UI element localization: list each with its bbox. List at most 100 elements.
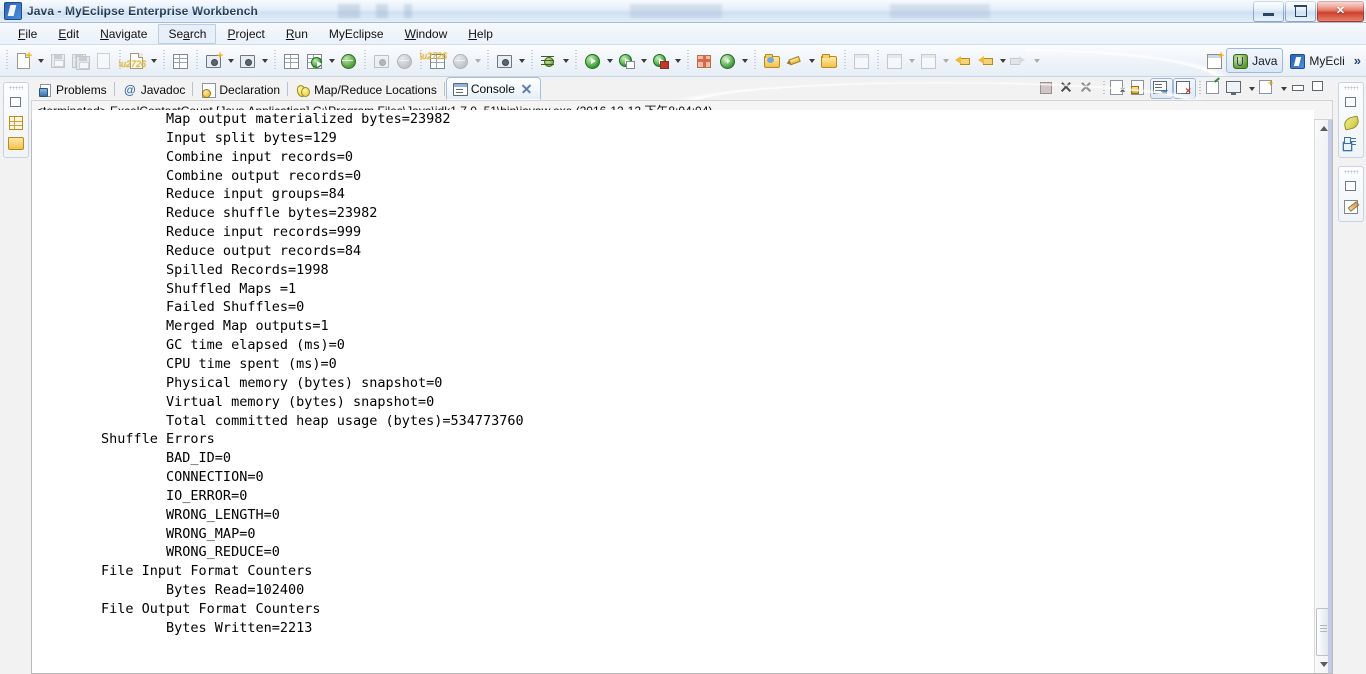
scroll-lock-icon[interactable] [1129, 79, 1150, 98]
server-run-icon[interactable] [303, 49, 326, 72]
minimize-button[interactable] [1253, 0, 1284, 22]
toolbar-separator [6, 50, 8, 71]
search-icon [449, 49, 472, 72]
right-fast-view-group-2 [1337, 166, 1364, 222]
remove-launch-icon[interactable] [1058, 79, 1079, 98]
open-resource-icon[interactable] [760, 49, 783, 72]
debug-icon[interactable] [537, 49, 560, 72]
show-console-error-icon[interactable] [1173, 78, 1196, 99]
new-annotation-icon[interactable] [716, 49, 739, 72]
toolbar-separator [575, 50, 577, 71]
edit-marker-icon[interactable] [783, 49, 806, 72]
server-run-dropdown-arrow[interactable] [326, 49, 337, 72]
deploy-run-dropdown-arrow[interactable] [259, 49, 270, 72]
web-project-icon[interactable]: \u2726 [118, 49, 148, 72]
menu-run[interactable]: Run [276, 24, 318, 44]
prev-annotation-icon [883, 49, 906, 72]
deploy-add-icon[interactable]: + [202, 49, 225, 72]
open-console-dropdown-arrow[interactable] [1278, 79, 1289, 98]
new-wizard-dropdown-arrow[interactable] [35, 49, 46, 72]
new-annotation-dropdown-arrow[interactable] [739, 49, 750, 72]
menu-file[interactable]: File [8, 24, 47, 44]
restore-icon[interactable] [1342, 94, 1360, 112]
back-dropdown-arrow[interactable] [997, 49, 1008, 72]
fast-view-grip[interactable] [1343, 170, 1358, 174]
deploy-run-icon[interactable] [236, 49, 259, 72]
menu-project[interactable]: Project [217, 24, 274, 44]
run-external-dropdown-arrow[interactable] [672, 49, 683, 72]
run-dropdown-arrow[interactable] [604, 49, 615, 72]
menu-navigate[interactable]: Navigate [90, 24, 157, 44]
run-icon[interactable] [581, 49, 604, 72]
print-icon [92, 49, 115, 72]
servlet-2-icon[interactable] [169, 49, 192, 72]
snapshot-dropdown-arrow[interactable] [516, 49, 527, 72]
show-console-output-icon[interactable] [1150, 78, 1173, 99]
open-folder-icon[interactable] [817, 49, 840, 72]
web-project-dropdown-arrow[interactable] [148, 49, 159, 72]
close-icon[interactable] [521, 83, 532, 94]
package-explorer-icon[interactable] [7, 114, 25, 132]
clear-console-icon[interactable] [1108, 79, 1129, 98]
new-package-icon[interactable] [693, 49, 716, 72]
open-console-icon[interactable] [1257, 79, 1278, 98]
restore-icon[interactable] [7, 94, 25, 112]
snapshot-icon[interactable] [493, 49, 516, 72]
display-selected-console-icon[interactable] [1225, 79, 1246, 98]
edit-marker-icon[interactable] [1342, 198, 1360, 216]
left-fast-view-group [2, 82, 29, 158]
myeclipse-icon [4, 2, 22, 20]
leaf-icon[interactable] [1342, 114, 1360, 132]
menu-myeclipse[interactable]: MyEclipse [319, 24, 394, 44]
remove-all-launches-icon[interactable] [1079, 79, 1100, 98]
tab-map-reduce-locations[interactable]: Map/Reduce Locations [289, 78, 446, 100]
run-history-icon[interactable] [615, 49, 638, 72]
tab-declaration[interactable]: Declaration [194, 78, 289, 100]
toolbar-separator [274, 50, 276, 71]
minimize-view-icon[interactable] [1289, 79, 1310, 98]
deploy-add-dropdown-arrow[interactable] [225, 49, 236, 72]
declaration-icon [201, 82, 217, 98]
perspective-myeclipse[interactable]: MyEcli [1283, 48, 1350, 73]
right-fast-view-group-1 [1337, 82, 1364, 158]
perspective-java[interactable]: Java [1226, 48, 1284, 73]
close-button[interactable]: ✕ [1317, 0, 1364, 22]
debug-dropdown-arrow[interactable] [560, 49, 571, 72]
edit-marker-dropdown-arrow[interactable] [806, 49, 817, 72]
maximize-view-icon[interactable] [1310, 78, 1331, 98]
display-selected-console-dropdown-arrow[interactable] [1246, 79, 1257, 98]
perspective-overflow-chevron[interactable]: » [1351, 53, 1364, 68]
restore-icon[interactable] [1342, 178, 1360, 196]
project-folder-icon[interactable] [7, 134, 25, 152]
open-perspective-icon[interactable]: + [1203, 49, 1226, 72]
window-controls: ✕ [1252, 0, 1366, 22]
run-external-icon[interactable] [649, 49, 672, 72]
menu-help[interactable]: Help [458, 24, 503, 44]
console-icon [452, 82, 468, 96]
db-explorer-icon[interactable] [280, 49, 303, 72]
window-title: Java - MyEclipse Enterprise Workbench [27, 4, 258, 18]
fast-view-grip[interactable] [1343, 86, 1358, 90]
terminate-icon[interactable] [1037, 79, 1058, 98]
java-perspective-icon [1232, 53, 1249, 69]
pin-console-icon[interactable] [1204, 79, 1225, 98]
fast-view-grip[interactable] [8, 86, 23, 90]
tab-console[interactable]: Console [445, 77, 541, 100]
tab-console-label: Console [470, 81, 515, 96]
maximize-button[interactable] [1285, 0, 1316, 22]
console-vertical-scrollbar[interactable] [1314, 120, 1332, 673]
new-class-icon[interactable]: \u2726 [419, 49, 449, 72]
run-history-dropdown-arrow[interactable] [638, 49, 649, 72]
menu-window[interactable]: Window [395, 24, 458, 44]
menu-search[interactable]: Search [158, 23, 217, 44]
tab-problems[interactable]: Problems [31, 78, 116, 100]
back-icon[interactable] [974, 49, 997, 72]
browser-icon[interactable] [337, 49, 360, 72]
last-edit-icon [917, 49, 940, 72]
back-history-icon[interactable] [951, 49, 974, 72]
tab-javadoc[interactable]: @ Javadoc [116, 78, 195, 100]
console-output-text[interactable]: Map output materialized bytes=23982 Inpu… [32, 110, 1314, 673]
new-wizard-icon[interactable]: + [12, 49, 35, 72]
outline-icon[interactable] [1342, 134, 1360, 152]
menu-edit[interactable]: Edit [48, 24, 89, 44]
